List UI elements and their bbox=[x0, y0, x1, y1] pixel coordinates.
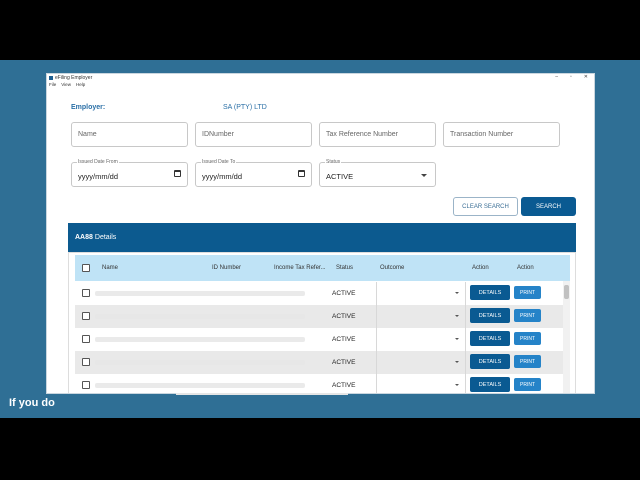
issued-date-to-value: yyyy/mm/dd bbox=[202, 172, 243, 181]
table-scrollbar[interactable] bbox=[563, 281, 570, 393]
row-checkbox[interactable] bbox=[82, 312, 90, 320]
print-button[interactable]: PRINT bbox=[514, 309, 541, 322]
search-button[interactable]: SEARCH bbox=[521, 197, 576, 216]
issued-date-to-field[interactable]: Issued Date To yyyy/mm/dd bbox=[195, 159, 312, 187]
col-outcome[interactable]: Outcome bbox=[380, 265, 404, 271]
maximize-icon[interactable]: ▫ bbox=[570, 74, 572, 80]
title-bar: eFiling Employer – ▫ ✕ bbox=[47, 74, 594, 82]
chevron-down-icon bbox=[455, 315, 459, 317]
app-icon bbox=[49, 76, 53, 80]
transaction-number-field[interactable]: Transaction Number bbox=[443, 122, 560, 147]
redacted-name bbox=[95, 314, 305, 319]
chevron-down-icon bbox=[455, 361, 459, 363]
col-income-tax-ref[interactable]: Income Tax Refer... bbox=[274, 265, 326, 271]
id-number-placeholder: IDNumber bbox=[202, 131, 234, 138]
employer-label: Employer: bbox=[71, 104, 106, 111]
table-row: ACTIVE DETAILS PRINT bbox=[75, 305, 570, 328]
employer-row: Employer: SA (PTY) LTD bbox=[71, 104, 267, 111]
row-status: ACTIVE bbox=[332, 313, 356, 320]
outcome-select[interactable] bbox=[376, 351, 466, 374]
menu-bar: File View Help bbox=[47, 82, 594, 89]
clear-search-button[interactable]: CLEAR SEARCH bbox=[453, 197, 518, 216]
print-button[interactable]: PRINT bbox=[514, 286, 541, 299]
name-placeholder: Name bbox=[78, 131, 97, 138]
tax-reference-placeholder: Tax Reference Number bbox=[326, 131, 398, 138]
outcome-select[interactable] bbox=[376, 282, 466, 305]
section-title-text: Details bbox=[94, 234, 117, 241]
row-checkbox[interactable] bbox=[82, 289, 90, 297]
col-name[interactable]: Name bbox=[102, 265, 118, 271]
chevron-down-icon bbox=[455, 338, 459, 340]
results-table: Name ID Number Income Tax Refer... Statu… bbox=[68, 252, 576, 393]
calendar-icon[interactable] bbox=[174, 170, 181, 177]
col-action: Action bbox=[472, 265, 489, 271]
issued-date-to-label: Issued Date To bbox=[201, 159, 237, 165]
redacted-name bbox=[95, 383, 305, 388]
row-checkbox[interactable] bbox=[82, 335, 90, 343]
outcome-select[interactable] bbox=[376, 328, 466, 351]
menu-view[interactable]: View bbox=[61, 82, 71, 89]
redacted-name bbox=[95, 337, 305, 342]
app-window: eFiling Employer – ▫ ✕ File View Help Em… bbox=[46, 73, 595, 394]
chevron-down-icon bbox=[455, 292, 459, 294]
details-button[interactable]: DETAILS bbox=[470, 285, 510, 300]
table-row: ACTIVE DETAILS PRINT bbox=[75, 374, 570, 393]
status-value: ACTIVE bbox=[326, 172, 354, 181]
outcome-select[interactable] bbox=[376, 305, 466, 328]
details-button[interactable]: DETAILS bbox=[470, 377, 510, 392]
section-header: AA88 Details bbox=[68, 223, 576, 252]
print-button[interactable]: PRINT bbox=[514, 355, 541, 368]
id-number-field[interactable]: IDNumber bbox=[195, 122, 312, 147]
table-row: ACTIVE DETAILS PRINT bbox=[75, 351, 570, 374]
details-button[interactable]: DETAILS bbox=[470, 354, 510, 369]
row-status: ACTIVE bbox=[332, 382, 356, 389]
chevron-down-icon bbox=[455, 384, 459, 386]
outcome-select[interactable] bbox=[376, 374, 466, 393]
name-field[interactable]: Name bbox=[71, 122, 188, 147]
issued-date-from-field[interactable]: Issued Date From yyyy/mm/dd bbox=[71, 159, 188, 187]
row-checkbox[interactable] bbox=[82, 358, 90, 366]
status-select[interactable]: Status ACTIVE bbox=[319, 159, 436, 187]
table-row: ACTIVE DETAILS PRINT bbox=[75, 328, 570, 351]
video-caption: If you do bbox=[9, 397, 55, 409]
close-icon[interactable]: ✕ bbox=[584, 74, 588, 80]
col-id-number[interactable]: ID Number bbox=[212, 265, 241, 271]
row-checkbox[interactable] bbox=[82, 381, 90, 389]
row-status: ACTIVE bbox=[332, 336, 356, 343]
menu-help[interactable]: Help bbox=[76, 82, 85, 89]
row-status: ACTIVE bbox=[332, 359, 356, 366]
col-status[interactable]: Status bbox=[336, 265, 353, 271]
tax-reference-field[interactable]: Tax Reference Number bbox=[319, 122, 436, 147]
status-label: Status bbox=[325, 159, 342, 165]
horizontal-scrollbar[interactable] bbox=[176, 393, 348, 395]
table-row: ACTIVE DETAILS PRINT bbox=[75, 282, 570, 305]
row-status: ACTIVE bbox=[332, 290, 356, 297]
minimize-icon[interactable]: – bbox=[555, 74, 558, 80]
print-button[interactable]: PRINT bbox=[514, 332, 541, 345]
window-title: eFiling Employer bbox=[55, 75, 93, 81]
section-title-code: AA88 bbox=[75, 234, 93, 241]
redacted-name bbox=[95, 291, 305, 296]
transaction-number-placeholder: Transaction Number bbox=[450, 131, 514, 138]
table-header: Name ID Number Income Tax Refer... Statu… bbox=[75, 255, 570, 281]
redacted-name bbox=[95, 360, 305, 365]
window-controls: – ▫ ✕ bbox=[555, 74, 588, 80]
issued-date-from-label: Issued Date From bbox=[77, 159, 119, 165]
menu-file[interactable]: File bbox=[49, 82, 56, 89]
select-all-checkbox[interactable] bbox=[82, 264, 90, 272]
employer-value: SA (PTY) LTD bbox=[223, 104, 267, 111]
chevron-down-icon bbox=[421, 174, 427, 177]
col-action-2: Action bbox=[517, 265, 534, 271]
print-button[interactable]: PRINT bbox=[514, 378, 541, 391]
scrollbar-thumb[interactable] bbox=[564, 285, 569, 299]
issued-date-from-value: yyyy/mm/dd bbox=[78, 172, 119, 181]
details-button[interactable]: DETAILS bbox=[470, 308, 510, 323]
details-button[interactable]: DETAILS bbox=[470, 331, 510, 346]
calendar-icon[interactable] bbox=[298, 170, 305, 177]
